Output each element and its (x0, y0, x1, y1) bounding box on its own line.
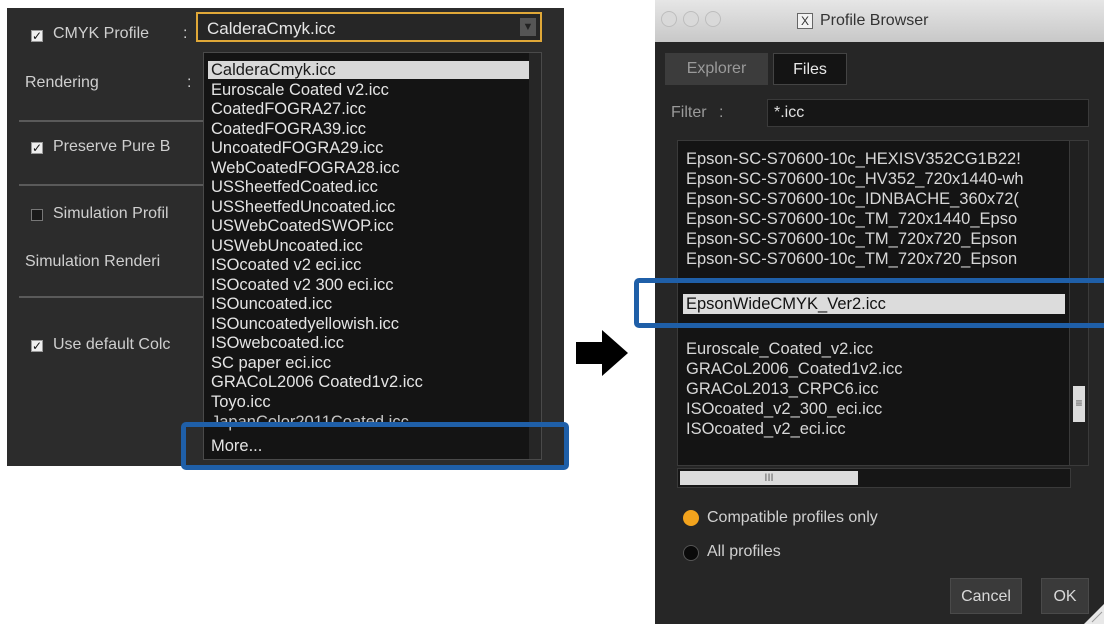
window-title: Profile Browser (820, 12, 929, 29)
close-icon[interactable] (661, 11, 677, 27)
dropdown-item[interactable]: ISOuncoatedyellowish.icc (211, 315, 399, 333)
file-item[interactable]: Epson-SC-S70600-10c_HEXISV352CG1B22! (686, 149, 1021, 169)
tab-files[interactable]: Files (773, 53, 847, 85)
dropdown-item[interactable]: USWebUncoated.icc (211, 237, 363, 255)
preserve-label: Preserve Pure B (53, 138, 171, 155)
cmyk-profile-label: CMYK Profile (53, 25, 150, 42)
ok-button[interactable]: OK (1041, 578, 1089, 614)
dropdown-item[interactable]: ISOcoated v2 eci.icc (211, 256, 361, 274)
dropdown-item[interactable]: GRACoL2006 Coated1v2.icc (211, 373, 423, 391)
dropdown-item[interactable]: WebCoatedFOGRA28.icc (211, 159, 400, 177)
file-item[interactable]: Euroscale_Coated_v2.icc (686, 339, 873, 359)
dropdown-item[interactable]: Euroscale Coated v2.icc (211, 81, 389, 99)
colon: : (187, 74, 192, 91)
simulation-profile-label: Simulation Profil (53, 205, 169, 222)
profile-dropdown-list[interactable]: CalderaCmyk.icc Euroscale Coated v2.icc … (203, 52, 542, 460)
filter-input[interactable]: *.icc (767, 99, 1089, 127)
arrow-right-icon (576, 330, 628, 376)
dropdown-scrollbar[interactable] (529, 53, 541, 459)
chevron-down-icon[interactable]: ▼ (520, 18, 536, 36)
zoom-icon[interactable] (705, 11, 721, 27)
file-item[interactable]: Epson-SC-S70600-10c_HV352_720x1440-wh (686, 169, 1024, 189)
resize-grip-icon[interactable] (1084, 604, 1104, 624)
title-bar: X Profile Browser (655, 0, 1104, 42)
compatible-profiles-radio[interactable] (683, 510, 699, 526)
file-item[interactable]: Epson-SC-S70600-10c_IDNBACHE_360x72( (686, 189, 1019, 209)
x11-app-icon: X (797, 13, 813, 29)
dropdown-item[interactable]: USWebCoatedSWOP.icc (211, 217, 394, 235)
horizontal-scrollbar[interactable]: III (677, 468, 1071, 488)
dropdown-item[interactable]: ISOwebcoated.icc (211, 334, 344, 352)
dropdown-item[interactable]: SC paper eci.icc (211, 354, 331, 372)
compatible-profiles-label: Compatible profiles only (707, 509, 878, 526)
highlight-box-more (181, 422, 569, 470)
dropdown-item[interactable]: ISOcoated v2 300 eci.icc (211, 276, 394, 294)
minimize-icon[interactable] (683, 11, 699, 27)
filter-label-text: Filter (671, 104, 707, 121)
file-item[interactable]: Epson-SC-S70600-10c_TM_720x720_Epson (686, 249, 1017, 269)
dropdown-item[interactable]: CalderaCmyk.icc (208, 61, 532, 79)
simulation-rendering-label: Simulation Renderi (25, 253, 161, 270)
file-item[interactable]: GRACoL2013_CRPC6.icc (686, 379, 879, 399)
tab-explorer[interactable]: Explorer (665, 53, 768, 85)
scrollbar-thumb[interactable]: III (680, 471, 858, 485)
divider (19, 296, 204, 298)
combo-value: CalderaCmyk.icc (207, 19, 336, 38)
divider (19, 184, 204, 186)
simulation-profile-checkbox[interactable] (31, 209, 43, 221)
dropdown-item[interactable]: CoatedFOGRA27.icc (211, 100, 366, 118)
dropdown-item[interactable]: ISOuncoated.icc (211, 295, 332, 313)
dropdown-item[interactable]: Toyo.icc (211, 393, 271, 411)
scrollbar-thumb[interactable]: ≡ (1073, 386, 1085, 422)
cmyk-profile-checkbox[interactable]: ✓ (31, 30, 43, 42)
preserve-checkbox[interactable]: ✓ (31, 142, 43, 154)
file-item[interactable]: ISOcoated_v2_eci.icc (686, 419, 846, 439)
file-item[interactable]: ISOcoated_v2_300_eci.icc (686, 399, 882, 419)
dropdown-item[interactable]: UncoatedFOGRA29.icc (211, 139, 383, 157)
use-default-checkbox[interactable]: ✓ (31, 340, 43, 352)
file-item[interactable]: Epson-SC-S70600-10c_TM_720x720_Epson (686, 229, 1017, 249)
cancel-button[interactable]: Cancel (950, 578, 1022, 614)
colon: : (183, 25, 188, 42)
highlight-box-selected-file (634, 278, 1104, 328)
divider (19, 120, 204, 122)
file-item[interactable]: GRACoL2006_Coated1v2.icc (686, 359, 902, 379)
all-profiles-radio[interactable] (683, 545, 699, 561)
dropdown-item[interactable]: USSheetfedUncoated.icc (211, 198, 395, 216)
file-item[interactable]: Epson-SC-S70600-10c_TM_720x1440_Epso (686, 209, 1017, 229)
dropdown-item[interactable]: USSheetfedCoated.icc (211, 178, 378, 196)
cmyk-profile-combobox[interactable]: CalderaCmyk.icc ▼ (196, 12, 542, 42)
rendering-label: Rendering (25, 74, 99, 91)
dropdown-item[interactable]: CoatedFOGRA39.icc (211, 120, 366, 138)
filter-label: Filter : (671, 104, 724, 121)
use-default-label: Use default Colc (53, 336, 171, 353)
all-profiles-label: All profiles (707, 543, 781, 560)
